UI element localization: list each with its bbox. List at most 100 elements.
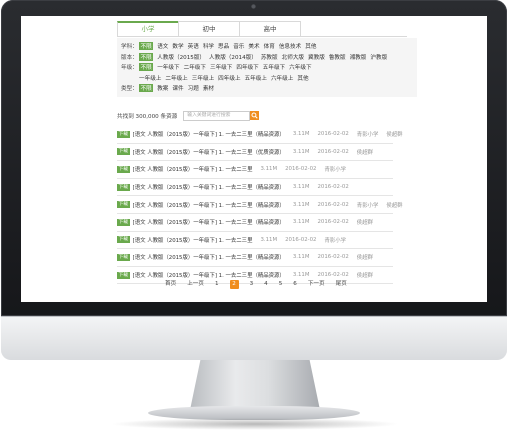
filter-option[interactable]: 四年级上	[218, 74, 240, 82]
list-item: 下载 [语文 人教版（2015版）一年级下] 1. 一去二三里（精品资源） 3.11…	[117, 214, 393, 232]
filter-option[interactable]: 一年级上	[139, 74, 161, 82]
download-badge[interactable]: 下载	[117, 183, 130, 191]
filter-option[interactable]: 五年级上	[245, 74, 267, 82]
download-badge[interactable]: 下载	[117, 253, 130, 261]
filter-option[interactable]: 六年级下	[289, 63, 311, 71]
resource-title-link[interactable]: [语文 人教版（2015版）一年级下] 1. 一去二三里（精品资源）	[133, 201, 285, 209]
resource-title-link[interactable]: [语文 人教版（2015版）一年级下] 1. 一去二三里（优质资源）	[133, 148, 285, 156]
result-bar: 共找到 300,000 条资源 输入关键词进行搜索	[117, 110, 260, 121]
page-number-button[interactable]: 4	[264, 280, 268, 289]
filter-option[interactable]: 四年级下	[236, 63, 258, 71]
page-number-button[interactable]: 3	[250, 280, 254, 289]
tab-senior[interactable]: 高中	[239, 21, 301, 36]
filter-label: 版本：	[121, 54, 138, 61]
download-badge[interactable]: 下载	[117, 201, 130, 209]
prev-page-button[interactable]: 上一页	[187, 280, 204, 289]
filter-option[interactable]: 不限	[139, 42, 154, 51]
filter-option[interactable]: 不限	[139, 84, 154, 93]
school-name: 青影小学	[324, 167, 347, 174]
resource-title-link[interactable]: [语文 人教版（2015版）一年级下] 1. 一去二三里	[133, 165, 253, 173]
resource-title-link[interactable]: [语文 人教版（2015版）一年级下] 1. 一去二三里（精品资源）	[133, 253, 285, 261]
file-size: 3.11M	[260, 236, 278, 243]
list-item: 下载 [语文 人教版（2015版）一年级下] 1. 一去二三里（精品资源） 3.11…	[117, 126, 403, 144]
filter-option[interactable]: 沪教版	[370, 53, 387, 61]
download-badge[interactable]: 下载	[117, 148, 130, 156]
filter-row: 版本： 不限 人教版（2015版） 人教版（2014版） 苏教版 北师大版 冀教版 鲁教版 湘教…	[121, 52, 417, 63]
filter-option[interactable]: 信息技术	[279, 42, 301, 50]
monitor-chin	[1, 316, 507, 360]
filter-option[interactable]: 体育	[264, 42, 275, 50]
filter-option[interactable]: 冀教版	[308, 53, 325, 61]
resource-title-link[interactable]: [语文 人教版（2015版）一年级下] 1. 一去二三里（精品资源）	[133, 218, 285, 226]
list-item: 下载 [语文 人教版（2015版）一年级下] 1. 一去二三里（精品资源） 3.11…	[117, 196, 403, 214]
filter-option[interactable]: 北师大版	[282, 53, 304, 61]
filter-option[interactable]: 湘教版	[350, 53, 367, 61]
tab-primary[interactable]: 小学	[117, 21, 179, 36]
search-button[interactable]	[250, 111, 260, 120]
filter-option[interactable]: 数学	[172, 42, 183, 50]
filter-option[interactable]: 五年级下	[263, 63, 285, 71]
filter-option[interactable]: 科学	[203, 42, 214, 50]
download-badge[interactable]: 下载	[117, 271, 130, 279]
file-size: 3.11M	[260, 166, 278, 173]
filter-option[interactable]: 美术	[248, 42, 259, 50]
filter-option[interactable]: 二年级下	[184, 63, 206, 71]
filter-option[interactable]: 音乐	[233, 42, 244, 50]
next-page-button[interactable]: 下一页	[308, 280, 325, 289]
list-item: 下载 [语文 人教版（2015版）一年级下] 1. 一去二三里（精品资源） 3.11…	[117, 179, 393, 197]
file-size: 3.11M	[292, 201, 310, 208]
filter-option[interactable]: 六年级上	[271, 74, 293, 82]
tab-junior[interactable]: 初中	[178, 21, 240, 36]
download-badge[interactable]: 下载	[117, 130, 130, 138]
file-size: 3.11M	[292, 131, 310, 138]
list-item: 下载 [语文 人教版（2015版）一年级下] 1. 一去二三里（精品资源） 3.11…	[117, 249, 393, 267]
filter-option[interactable]: 思品	[218, 42, 229, 50]
resource-title-link[interactable]: [语文 人教版（2015版）一年级下] 1. 一去二三里（精品资源）	[133, 183, 285, 191]
filter-option[interactable]: 人教版（2014版）	[209, 53, 257, 61]
download-badge[interactable]: 下载	[117, 165, 130, 173]
page-number-button[interactable]: 6	[293, 280, 297, 289]
download-badge[interactable]: 下载	[117, 236, 130, 244]
file-size: 3.11M	[292, 184, 310, 191]
page-number-button[interactable]: 5	[279, 280, 283, 289]
filter-option[interactable]: 一年级下	[157, 63, 179, 71]
resource-title-link[interactable]: [语文 人教版（2015版）一年级下] 1. 一去二三里	[133, 236, 253, 244]
resource-title-link[interactable]: [语文 人教版（2015版）一年级下] 1. 一去二三里（精品资源）	[133, 271, 285, 279]
filter-label: 年级：	[121, 65, 138, 72]
filter-option[interactable]: 二年级上	[165, 74, 187, 82]
filter-option[interactable]: 素材	[203, 84, 214, 92]
file-size: 3.11M	[292, 272, 310, 279]
filter-option[interactable]: 鲁教版	[329, 53, 346, 61]
resource-title-link[interactable]: [语文 人教版（2015版）一年级下] 1. 一去二三里（精品资源）	[133, 130, 285, 138]
filter-option[interactable]: 语文	[157, 42, 168, 50]
uploader-name: 侯超群	[356, 220, 373, 227]
list-item: 下载 [语文 人教版（2015版）一年级下] 1. 一去二三里 3.11M 2016-…	[117, 232, 393, 250]
filter-option[interactable]: 其他	[305, 42, 316, 50]
filter-option[interactable]: 英语	[188, 42, 199, 50]
uploader-name: 侯超群	[386, 202, 403, 209]
filter-option[interactable]: 人教版（2015版）	[157, 53, 205, 61]
search-input[interactable]: 输入关键词进行搜索	[183, 110, 251, 121]
last-page-button[interactable]: 尾页	[336, 280, 347, 289]
filter-option[interactable]: 苏教版	[261, 53, 278, 61]
filter-option[interactable]: 三年级下	[210, 63, 232, 71]
filter-option[interactable]: 不限	[139, 52, 154, 61]
uploader-name: 侯超群	[386, 132, 403, 139]
list-item: 下载 [语文 人教版（2015版）一年级下] 1. 一去二三里（优质资源） 3.11…	[117, 144, 393, 162]
filter-option[interactable]: 三年级上	[192, 74, 214, 82]
filter-option[interactable]: 其他	[297, 74, 308, 82]
download-badge[interactable]: 下载	[117, 218, 130, 226]
filter-option[interactable]: 不限	[139, 63, 154, 72]
page-number-button[interactable]: 1	[215, 280, 219, 289]
resource-list: 下载 [语文 人教版（2015版）一年级下] 1. 一去二三里（精品资源） 3.11…	[117, 126, 403, 285]
filter-row: 年级： 不限 一年级下 二年级下 三年级下 四年级下 五年级下 六年级下	[121, 62, 417, 73]
file-size: 3.11M	[292, 219, 310, 226]
filter-option[interactable]: 教案	[157, 84, 168, 92]
page-number-button[interactable]: 2	[229, 280, 239, 289]
filter-option[interactable]: 习题	[188, 84, 199, 92]
filter-option[interactable]: 课件	[172, 84, 183, 92]
uploader-name: 侯超群	[356, 255, 373, 262]
first-page-button[interactable]: 首页	[165, 280, 176, 289]
file-size: 3.11M	[292, 148, 310, 155]
upload-date: 2016-02-02	[317, 148, 349, 155]
